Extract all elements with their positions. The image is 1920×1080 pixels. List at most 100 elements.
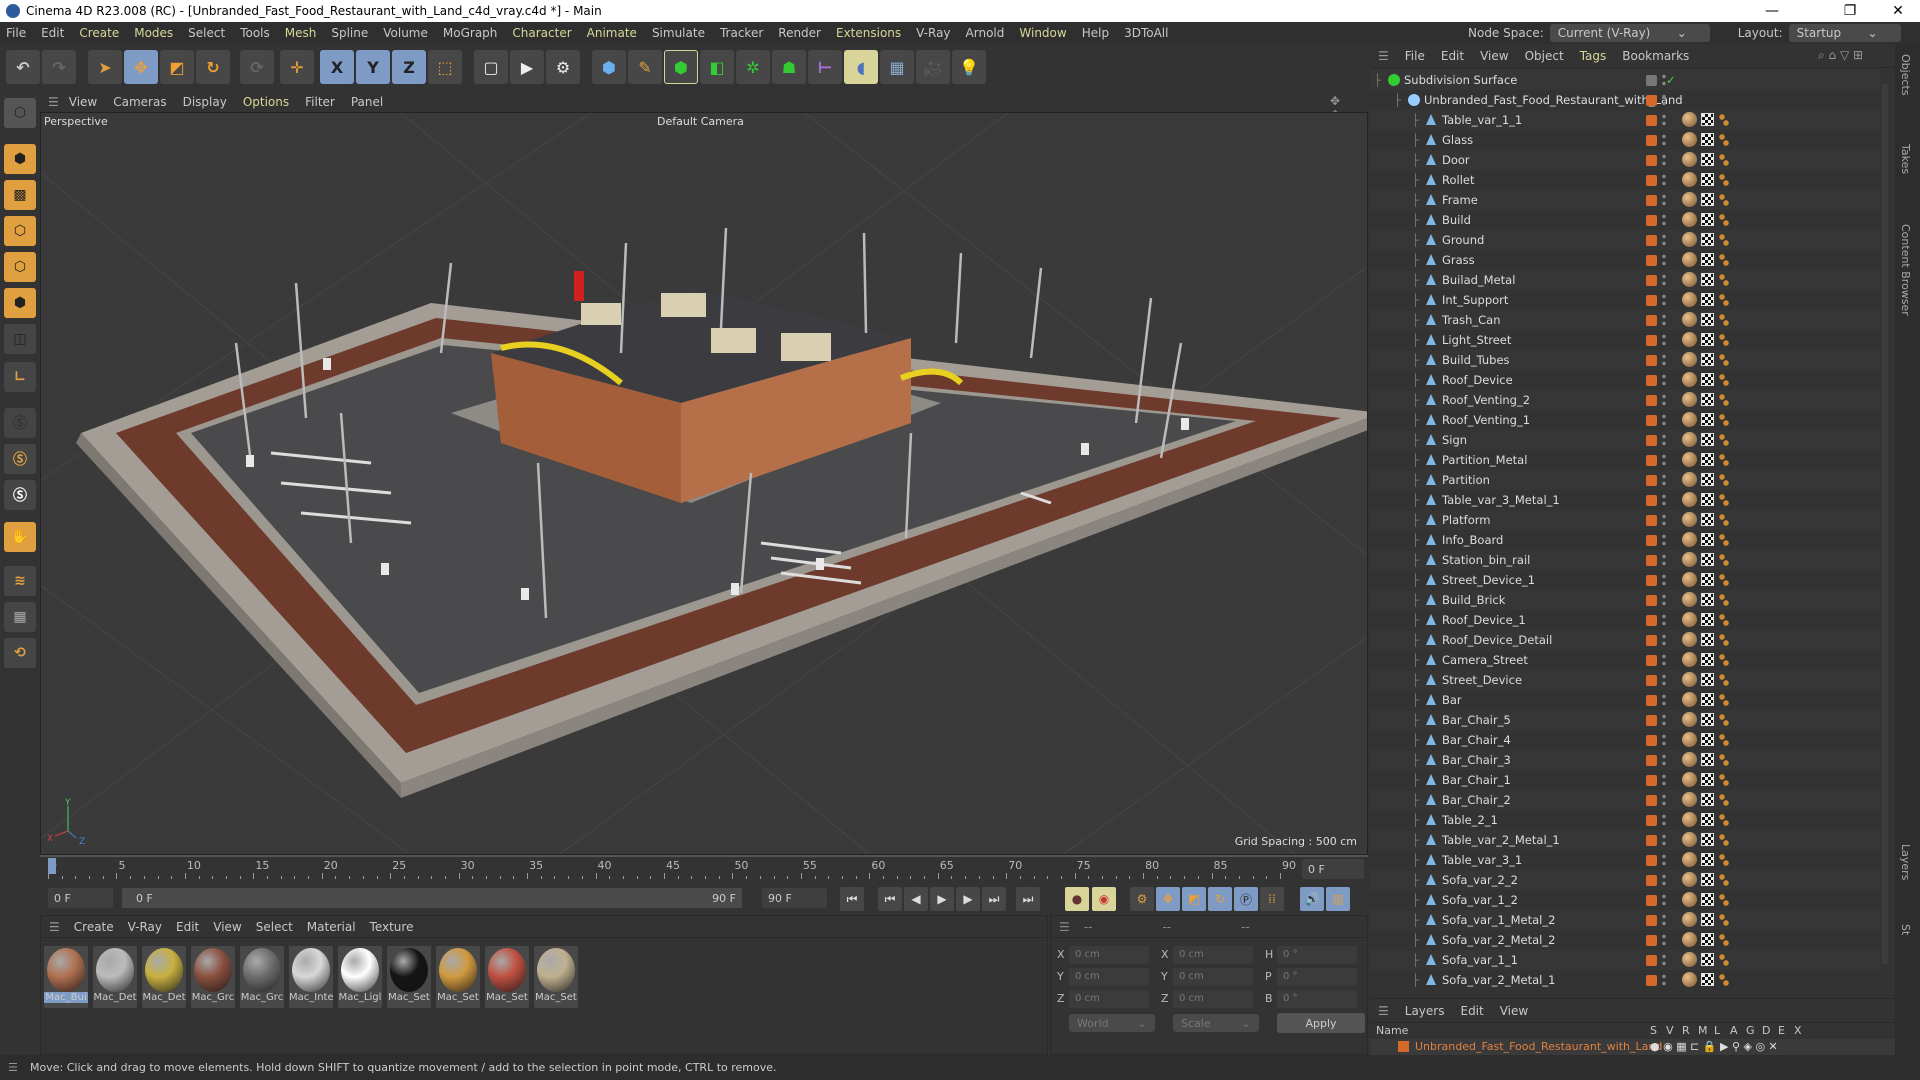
texture-tag-icon[interactable] (1701, 433, 1714, 446)
material-tag-icon[interactable] (1682, 192, 1697, 207)
vray-tag-icon[interactable] (1719, 513, 1729, 527)
object-row[interactable]: ├ Sofa_var_1_Metal_2 (1370, 910, 1880, 930)
object-row[interactable]: ├ Bar_Chair_2 (1370, 790, 1880, 810)
coordinate-system-button[interactable]: ⬚ (428, 50, 462, 84)
texture-tag-icon[interactable] (1701, 513, 1714, 526)
layout-dropdown[interactable]: Startup ⌄ (1788, 24, 1901, 42)
layer-swatch[interactable] (1646, 655, 1657, 666)
material-menu-view[interactable]: View (213, 920, 241, 934)
visibility-dots[interactable] (1662, 673, 1666, 687)
visibility-dots[interactable] (1662, 333, 1666, 347)
menu-simulate[interactable]: Simulate (652, 26, 705, 40)
object-menu-tags[interactable]: Tags (1580, 49, 1607, 63)
texture-tag-icon[interactable] (1701, 973, 1714, 986)
layer-swatch[interactable] (1646, 115, 1657, 126)
texture-tag-icon[interactable] (1701, 393, 1714, 406)
minimize-button[interactable]: — (1752, 0, 1792, 22)
material-tag-icon[interactable] (1682, 672, 1697, 687)
vray-tag-icon[interactable] (1719, 713, 1729, 727)
vray-tag-icon[interactable] (1719, 793, 1729, 807)
visibility-dots[interactable] (1662, 633, 1666, 647)
menu-extensions[interactable]: Extensions (836, 26, 901, 40)
side-tab-layers[interactable]: Layers (1899, 844, 1912, 880)
visibility-dots[interactable] (1662, 533, 1666, 547)
hamburger-icon[interactable]: ☰ (1059, 920, 1070, 934)
object-row[interactable]: ├ Station_bin_rail (1370, 550, 1880, 570)
close-button[interactable]: ✕ (1878, 0, 1918, 22)
object-row[interactable]: ├ Sofa_var_1_1 (1370, 950, 1880, 970)
texture-tag-icon[interactable] (1701, 893, 1714, 906)
visibility-dots[interactable] (1662, 753, 1666, 767)
object-row[interactable]: ├ Sofa_var_2_Metal_2 (1370, 930, 1880, 950)
texture-tag-icon[interactable] (1701, 233, 1714, 246)
object-row[interactable]: ├ Roof_Venting_2 (1370, 390, 1880, 410)
side-tab-objects[interactable]: Objects (1899, 54, 1912, 96)
x-axis-lock[interactable]: X (320, 50, 354, 84)
uv-mode-button[interactable]: ◫ (4, 324, 36, 354)
texture-tag-icon[interactable] (1701, 493, 1714, 506)
material-swatch[interactable]: Mac_Set (436, 946, 480, 1008)
object-row[interactable]: ├ Table_var_1_1 (1370, 110, 1880, 130)
keyframe-selection-button[interactable]: ⚙ (1130, 887, 1154, 911)
lock-workplane-button[interactable]: ⟲ (4, 638, 36, 668)
autokey-button[interactable]: ◉ (1092, 887, 1116, 911)
object-row[interactable]: ├ Street_Device (1370, 670, 1880, 690)
material-swatch[interactable]: Mac_Grc (240, 946, 284, 1008)
visibility-dots[interactable] (1662, 833, 1666, 847)
visibility-dots[interactable] (1662, 193, 1666, 207)
visibility-dots[interactable] (1662, 913, 1666, 927)
visibility-dots[interactable] (1662, 733, 1666, 747)
menu-modes[interactable]: Modes (134, 26, 173, 40)
material-tag-icon[interactable] (1682, 352, 1697, 367)
material-swatch[interactable]: Mac_Set (485, 946, 529, 1008)
object-row[interactable]: ├ Street_Device_1 (1370, 570, 1880, 590)
material-menu-select[interactable]: Select (256, 920, 293, 934)
layer-swatch[interactable] (1646, 435, 1657, 446)
visibility-dots[interactable] (1662, 873, 1666, 887)
object-row[interactable]: ├ Bar_Chair_1 (1370, 770, 1880, 790)
material-tag-icon[interactable] (1682, 612, 1697, 627)
layer-swatch[interactable] (1646, 775, 1657, 786)
object-row[interactable]: ├ Camera_Street (1370, 650, 1880, 670)
object-row[interactable]: ├ Table_2_1 (1370, 810, 1880, 830)
object-row[interactable]: ├ Table_var_3_Metal_1 (1370, 490, 1880, 510)
key-pla-button[interactable]: ⁞⁞ (1260, 887, 1284, 911)
visibility-dots[interactable] (1662, 713, 1666, 727)
material-tag-icon[interactable] (1682, 832, 1697, 847)
layer-swatch[interactable] (1646, 175, 1657, 186)
coord-field-x[interactable]: 0 cm (1173, 946, 1253, 964)
vray-tag-icon[interactable] (1719, 193, 1729, 207)
bend-deformer-button[interactable]: ◖ (844, 50, 878, 84)
vray-tag-icon[interactable] (1719, 973, 1729, 987)
object-row[interactable]: ├ Platform (1370, 510, 1880, 530)
layer-swatch[interactable] (1646, 475, 1657, 486)
coord-field-p[interactable]: 0 ° (1277, 968, 1357, 986)
menu-3dtoall[interactable]: 3DToAll (1124, 26, 1168, 40)
hamburger-icon[interactable]: ☰ (48, 95, 59, 109)
texture-tag-icon[interactable] (1701, 373, 1714, 386)
layer-swatch[interactable] (1646, 755, 1657, 766)
edges-mode-button[interactable]: ⬡ (4, 252, 36, 282)
layer-swatch[interactable] (1646, 555, 1657, 566)
material-tag-icon[interactable] (1682, 652, 1697, 667)
vray-tag-icon[interactable] (1719, 473, 1729, 487)
texture-tag-icon[interactable] (1701, 213, 1714, 226)
visibility-dots[interactable] (1662, 253, 1666, 267)
vray-tag-icon[interactable] (1719, 933, 1729, 947)
menu-spline[interactable]: Spline (331, 26, 368, 40)
vray-tag-icon[interactable] (1719, 233, 1729, 247)
previous-key-button[interactable]: ⏮ (878, 887, 902, 911)
object-row[interactable]: ├ Build (1370, 210, 1880, 230)
vray-tag-icon[interactable] (1719, 313, 1729, 327)
object-row[interactable]: ├ Roof_Device_1 (1370, 610, 1880, 630)
apply-button[interactable]: Apply (1277, 1013, 1365, 1033)
timeline-window-button[interactable]: ▥ (1326, 887, 1350, 911)
layer-swatch[interactable] (1646, 815, 1657, 826)
texture-tag-icon[interactable] (1701, 633, 1714, 646)
object-row[interactable]: ├ Build_Brick (1370, 590, 1880, 610)
coord-field-b[interactable]: 0 ° (1277, 990, 1357, 1008)
material-tag-icon[interactable] (1682, 712, 1697, 727)
material-tag-icon[interactable] (1682, 632, 1697, 647)
vray-tag-icon[interactable] (1719, 873, 1729, 887)
texture-tag-icon[interactable] (1701, 753, 1714, 766)
